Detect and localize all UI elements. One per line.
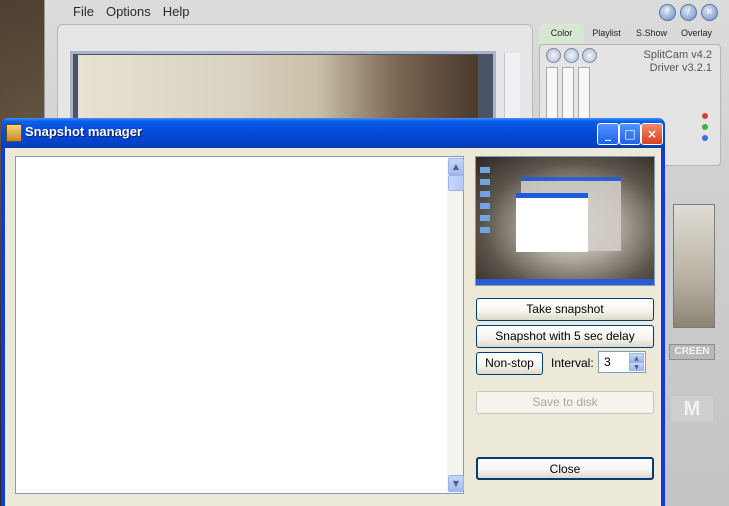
preview-window-front: [516, 193, 588, 252]
status-dot-green: [702, 124, 708, 130]
splitcam-logo: M: [671, 396, 713, 422]
interval-spinner[interactable]: 3 ▲ ▼: [598, 351, 646, 373]
screen-button[interactable]: CREEN: [669, 344, 715, 360]
color-controls: [546, 48, 597, 63]
slider-3[interactable]: [578, 67, 590, 124]
splitcam-tabs: Color Playlist S.Show Overlay: [539, 24, 719, 44]
dialog-body: ▲ ▼ Take snapshot Snapshot with 5 sec de…: [5, 148, 661, 506]
maximize-button[interactable]: □: [619, 123, 641, 145]
splitcam-menubar: File Options Help: [73, 4, 190, 22]
snapshot-manager-dialog: Snapshot manager _ □ × ▲ ▼ Take snapshot…: [1, 118, 665, 506]
close-icon[interactable]: ×: [701, 4, 718, 21]
splitcam-window-buttons: ? / ×: [659, 4, 718, 21]
tab-color[interactable]: Color: [539, 24, 584, 44]
close-button[interactable]: Close: [476, 457, 654, 480]
preview-desktop-icons: [480, 167, 490, 237]
snapshot-list-scrollbar[interactable]: ▲ ▼: [447, 157, 464, 493]
snapshot-list[interactable]: ▲ ▼: [15, 156, 464, 494]
slider-2[interactable]: [562, 67, 574, 124]
version-label: SplitCam v4.2: [643, 49, 712, 61]
tab-overlay[interactable]: Overlay: [674, 24, 719, 44]
secondary-preview: [673, 204, 715, 328]
preview-taskbar: [476, 279, 654, 285]
spin-down-icon[interactable]: ▼: [629, 362, 644, 371]
snapshot-preview: [475, 156, 655, 286]
status-dot-red: [702, 113, 708, 119]
contrast-icon[interactable]: [564, 48, 579, 63]
close-window-button[interactable]: ×: [641, 123, 663, 145]
menu-file[interactable]: File: [73, 4, 94, 22]
scroll-thumb[interactable]: [448, 175, 464, 191]
color-sliders: [546, 67, 590, 124]
driver-version-label: Driver v3.2.1: [649, 62, 712, 74]
non-stop-button[interactable]: Non-stop: [476, 352, 543, 375]
slider-1[interactable]: [546, 67, 558, 124]
interval-label: Interval:: [551, 356, 594, 370]
snapshot-delay-button[interactable]: Snapshot with 5 sec delay: [476, 325, 654, 348]
minimize-button[interactable]: _: [597, 123, 619, 145]
status-dots: [702, 113, 708, 146]
dialog-title: Snapshot manager: [25, 124, 143, 139]
dialog-titlebar[interactable]: Snapshot manager _ □ ×: [1, 118, 665, 148]
eye-icon[interactable]: [582, 48, 597, 63]
take-snapshot-button[interactable]: Take snapshot: [476, 298, 654, 321]
brightness-icon[interactable]: [546, 48, 561, 63]
tab-sshow[interactable]: S.Show: [629, 24, 674, 44]
spin-up-icon[interactable]: ▲: [629, 353, 644, 362]
save-to-disk-button[interactable]: Save to disk: [476, 391, 654, 414]
menu-help[interactable]: Help: [163, 4, 190, 22]
app-icon: [6, 124, 22, 142]
help-icon[interactable]: ?: [659, 4, 676, 21]
tab-playlist[interactable]: Playlist: [584, 24, 629, 44]
menu-options[interactable]: Options: [106, 4, 151, 22]
status-dot-blue: [702, 135, 708, 141]
minimize-icon[interactable]: /: [680, 4, 697, 21]
scroll-up-icon[interactable]: ▲: [448, 158, 464, 175]
scroll-down-icon[interactable]: ▼: [448, 475, 464, 492]
interval-value[interactable]: 3: [604, 355, 611, 369]
